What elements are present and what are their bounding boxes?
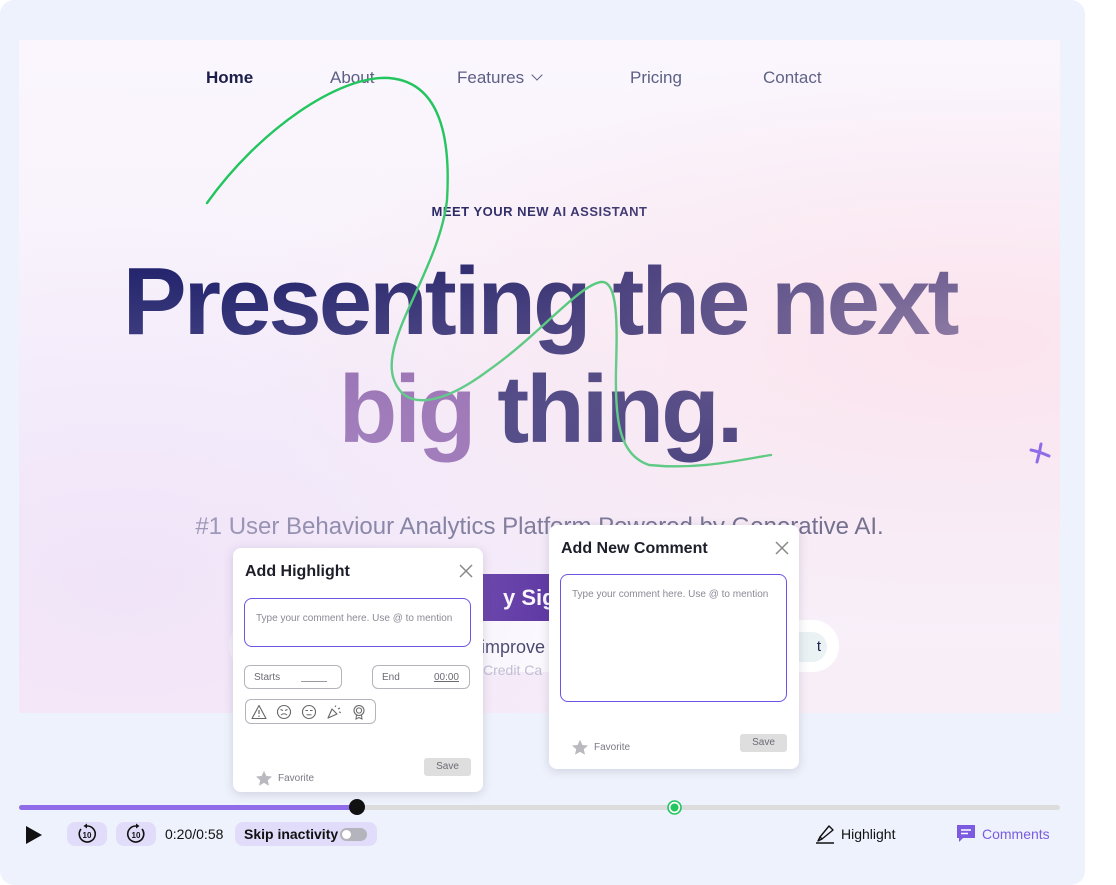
- progress-fill: [19, 805, 358, 810]
- popup-title: Add New Comment: [561, 540, 708, 557]
- session-replay-frame: Home About Features Pricing Contact MEET…: [0, 0, 1085, 885]
- comment-placeholder: Type your comment here. Use @ to mention: [256, 613, 453, 624]
- annoyed-face-icon[interactable]: [301, 704, 317, 720]
- drawn-annotation-scribble: [205, 76, 773, 468]
- favorite-label: Favorite: [278, 773, 315, 784]
- add-highlight-popup: Add Highlight Type your comment here. Us…: [233, 548, 483, 792]
- start-time-value-line: [301, 681, 327, 682]
- comment-textarea[interactable]: Type your comment here. Use @ to mention: [560, 574, 787, 702]
- comment-marker[interactable]: [666, 800, 682, 815]
- warning-icon[interactable]: [251, 704, 267, 720]
- skip-inactivity-toggle[interactable]: [340, 828, 367, 841]
- close-icon[interactable]: [459, 564, 473, 578]
- rewind-seconds-text: 10: [83, 831, 92, 840]
- skip-inactivity-label: Skip inactivity: [244, 826, 339, 842]
- close-icon[interactable]: [775, 541, 789, 555]
- rewind-10-icon: 10: [78, 823, 97, 843]
- comments-label: Comments: [982, 826, 1050, 842]
- end-time-value: 00:00: [433, 672, 459, 683]
- comment-icon: [957, 825, 975, 842]
- start-time-field[interactable]: Starts: [244, 665, 342, 689]
- comment-placeholder: Type your comment here. Use @ to mention: [572, 589, 769, 600]
- start-time-label: Starts: [254, 672, 281, 683]
- end-time-field[interactable]: End 00:00: [372, 665, 470, 689]
- forward-seconds-text: 10: [132, 831, 141, 840]
- playback-progress-bar[interactable]: [19, 799, 1060, 815]
- star-icon: [572, 739, 588, 755]
- confetti-icon[interactable]: [326, 704, 342, 720]
- popup-title: Add Highlight: [245, 563, 350, 580]
- highlighter-icon: [816, 825, 834, 844]
- save-comment-button[interactable]: Save: [740, 734, 787, 752]
- angry-face-icon[interactable]: [276, 704, 292, 720]
- playback-time: 0:20/0:58: [165, 826, 224, 842]
- add-comment-popup: Add New Comment Type your comment here. …: [549, 525, 799, 769]
- replay-viewport: Home About Features Pricing Contact MEET…: [19, 40, 1060, 713]
- highlight-label: Highlight: [841, 826, 896, 842]
- forward-10-icon: 10: [126, 823, 145, 843]
- forward-10-button[interactable]: 10: [116, 822, 156, 846]
- play-icon[interactable]: [24, 825, 44, 845]
- reaction-picker: [245, 699, 376, 724]
- badge-icon[interactable]: [351, 704, 367, 720]
- rewind-10-button[interactable]: 10: [67, 822, 107, 846]
- sparkle-icon: [1029, 442, 1051, 464]
- favorite-label: Favorite: [594, 742, 631, 753]
- player-controls: 10 10 0:20/0:58 Skip inactivity Highligh…: [0, 820, 1085, 848]
- end-time-label: End: [382, 672, 400, 683]
- highlight-comment-input[interactable]: Type your comment here. Use @ to mention: [244, 598, 471, 647]
- save-highlight-button[interactable]: Save: [424, 758, 471, 776]
- star-icon: [256, 770, 272, 786]
- skip-inactivity-control[interactable]: Skip inactivity: [235, 822, 377, 846]
- progress-scrubber-handle[interactable]: [349, 799, 366, 815]
